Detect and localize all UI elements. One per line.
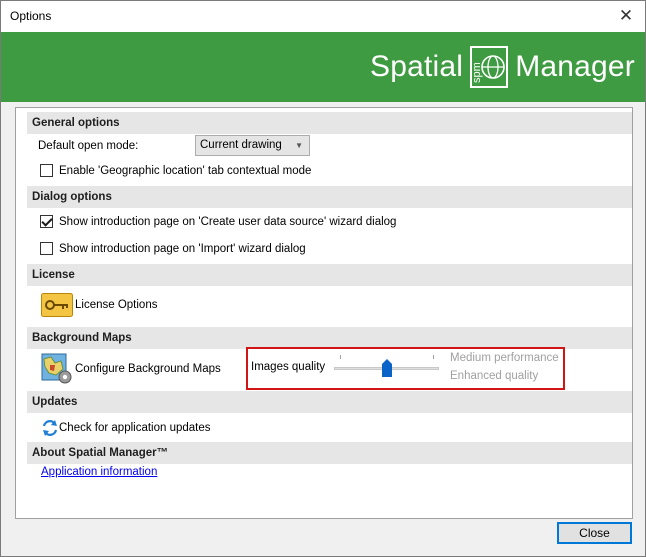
check-updates-button[interactable]: Check for application updates (41, 417, 221, 439)
slider-thumb[interactable] (382, 359, 392, 377)
section-about-header: About Spatial Manager™ (27, 442, 632, 464)
spm-globe-icon: spm (470, 46, 509, 88)
close-window-icon[interactable]: ✕ (615, 5, 637, 27)
geo-tab-label: Enable 'Geographic location' tab context… (59, 165, 312, 177)
open-mode-value: Current drawing (200, 139, 282, 151)
map-settings-icon (41, 353, 72, 384)
configure-background-maps-button[interactable]: Configure Background Maps (41, 353, 221, 385)
medium-performance-label: Medium performance (450, 352, 559, 364)
license-options-label: License Options (75, 299, 158, 311)
section-dialog-header: Dialog options (27, 186, 632, 208)
section-license-header: License (27, 264, 632, 286)
geo-tab-checkbox[interactable] (40, 164, 53, 177)
configure-background-maps-label: Configure Background Maps (75, 363, 221, 375)
title-bar: Options ✕ (1, 1, 645, 32)
check-updates-label: Check for application updates (59, 422, 211, 434)
close-button[interactable]: Close (557, 522, 632, 544)
section-updates-header: Updates (27, 391, 632, 413)
chevron-down-icon: ▼ (295, 141, 303, 150)
options-panel: General options Default open mode: Curre… (15, 107, 633, 519)
intro-user-ds-label: Show introduction page on 'Create user d… (59, 216, 397, 228)
refresh-icon (42, 420, 58, 436)
open-mode-select[interactable]: Current drawing ▼ (195, 135, 310, 156)
open-mode-label: Default open mode: (38, 140, 139, 152)
window-title: Options (10, 9, 52, 23)
intro-import-label: Show introduction page on 'Import' wizar… (59, 243, 306, 255)
logo-word-right: Manager (515, 50, 635, 83)
intro-import-checkbox[interactable] (40, 242, 53, 255)
section-general-header: General options (27, 112, 632, 134)
application-information-link[interactable]: Application information (41, 466, 157, 478)
section-background-maps-header: Background Maps (27, 327, 632, 349)
slider-tick-right (433, 355, 434, 359)
intro-user-ds-checkbox[interactable] (40, 215, 53, 228)
images-quality-label: Images quality (251, 361, 326, 373)
images-quality-highlight: Images quality Medium performance Enhanc… (246, 347, 565, 390)
license-options-button[interactable]: License Options (41, 293, 171, 319)
images-quality-slider[interactable] (334, 353, 444, 383)
banner: Spatial spm Manager (1, 32, 645, 102)
svg-text:spm: spm (471, 62, 483, 83)
enhanced-quality-label: Enhanced quality (450, 370, 539, 382)
options-window: Options ✕ Spatial spm Manager General op… (0, 0, 646, 557)
logo-word-left: Spatial (370, 50, 464, 83)
slider-tick-left (340, 355, 341, 359)
key-icon (41, 293, 73, 317)
spatial-manager-logo: Spatial spm Manager (370, 42, 635, 92)
